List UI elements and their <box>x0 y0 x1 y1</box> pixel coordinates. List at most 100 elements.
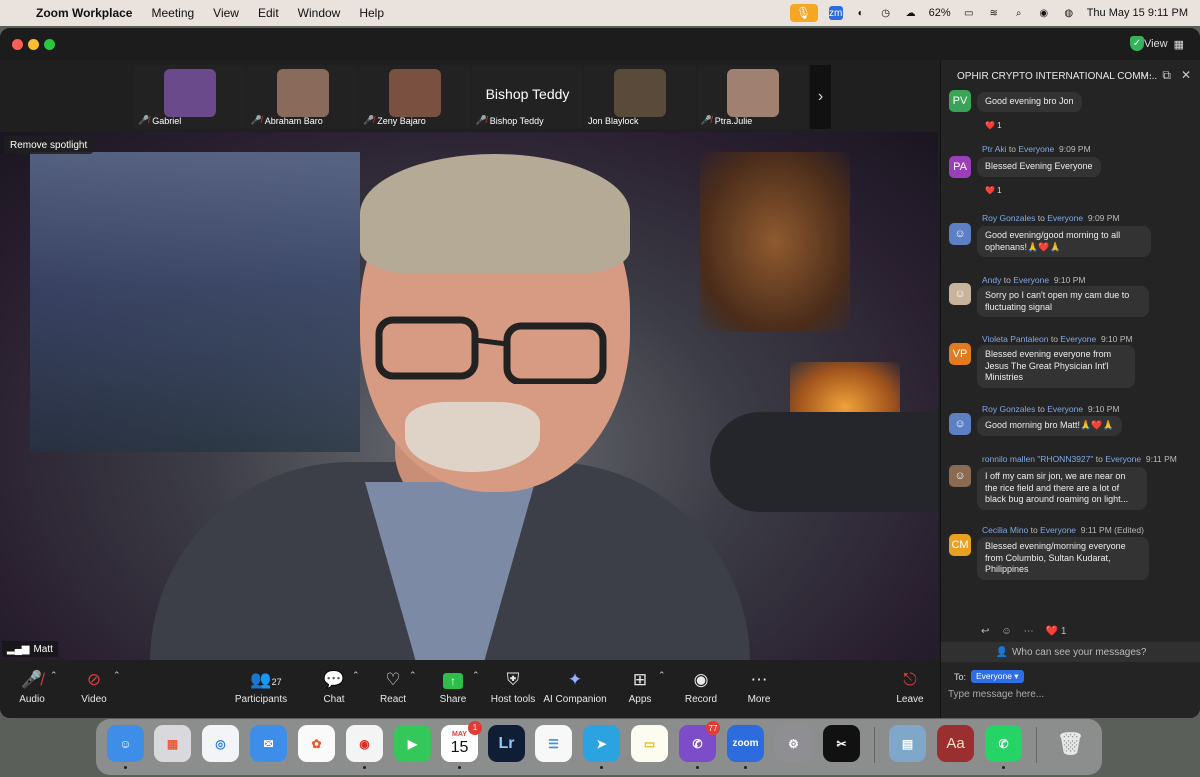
share-options-chevron-icon[interactable]: ⌃ <box>472 670 480 681</box>
sender-name[interactable]: Ptr Aki <box>982 144 1007 154</box>
cloud-tray-icon[interactable]: ☁ <box>904 6 918 20</box>
sender-name[interactable]: Cecilia Mino <box>982 525 1028 535</box>
launchpad-icon[interactable]: ▦ <box>154 725 191 762</box>
recipient: Everyone <box>1018 144 1055 154</box>
participant-thumb-julie[interactable]: 🎤̸ Ptra.Julie <box>696 65 808 129</box>
sender-name[interactable]: Roy Gonzales <box>982 213 1035 223</box>
participant-name-tag: 🎤̸ Gabriel <box>138 115 181 126</box>
reminders-icon[interactable]: ☰ <box>535 725 572 762</box>
background-lamp <box>700 152 850 332</box>
participant-name: Ptra.Julie <box>714 115 753 126</box>
facetime-icon[interactable]: ▶ <box>394 725 431 762</box>
menu-clock[interactable]: Thu May 15 9:11 PM <box>1087 7 1188 19</box>
view-button[interactable]: View ▦ <box>1136 34 1192 54</box>
recipient: Everyone <box>1047 213 1084 223</box>
system-settings-icon[interactable]: ⚙ <box>775 725 812 762</box>
message-text[interactable]: Blessed evening/morning everyone from Co… <box>977 537 1149 580</box>
capcut-icon[interactable]: ✂ <box>823 725 860 762</box>
message-text[interactable]: Blessed evening everyone from Jesus The … <box>977 345 1135 388</box>
close-window-button[interactable] <box>12 39 23 50</box>
zoom-window-button[interactable] <box>44 39 55 50</box>
chat-options-chevron-icon[interactable]: ⌃ <box>352 670 360 681</box>
recipient-select[interactable]: Everyone ▾ <box>971 670 1024 683</box>
trash-icon[interactable]: 🗑 <box>1052 725 1089 762</box>
video-options-chevron-icon[interactable]: ⌃ <box>113 670 121 681</box>
finder-icon[interactable]: ☺ <box>107 725 144 762</box>
zoom-app-icon[interactable]: zoom <box>727 725 764 762</box>
shield-tray-icon[interactable]: ◐ <box>854 6 868 20</box>
audio-options-chevron-icon[interactable]: ⌃ <box>50 670 58 681</box>
message-text[interactable]: Sorry po I can't open my cam due to fluc… <box>977 286 1149 317</box>
message-text[interactable]: Good evening/good morning to all ophenan… <box>977 226 1151 257</box>
menu-meeting[interactable]: Meeting <box>151 6 194 20</box>
message-text[interactable]: Good morning bro Matt!🙏❤️🙏 <box>977 416 1122 436</box>
who-can-see-label: Who can see your messages? <box>1011 646 1147 658</box>
safari-icon[interactable]: ◎ <box>202 725 239 762</box>
sender-name[interactable]: Roy Gonzales <box>982 404 1035 414</box>
react-options-chevron-icon[interactable]: ⌃ <box>409 670 417 681</box>
preview-document-icon[interactable]: ▤ <box>889 725 926 762</box>
minimize-window-button[interactable] <box>28 39 39 50</box>
notes-icon[interactable]: ▭ <box>631 725 668 762</box>
clock-tray-icon[interactable]: ◷ <box>879 6 893 20</box>
add-reaction-icon[interactable]: ☺ <box>1001 626 1011 637</box>
menu-edit[interactable]: Edit <box>258 6 279 20</box>
strip-next-arrow-icon[interactable]: › <box>810 65 831 129</box>
sender-name[interactable]: Andy <box>982 275 1001 285</box>
menu-app-name[interactable]: Zoom Workplace <box>36 6 132 20</box>
remove-spotlight-button[interactable]: Remove spotlight <box>4 136 94 154</box>
sender-name[interactable]: Violeta Pantaleon <box>982 334 1048 344</box>
participant-thumb-bishop-teddy[interactable]: Bishop Teddy 🎤̸ Bishop Teddy <box>471 65 583 129</box>
menu-help[interactable]: Help <box>359 6 384 20</box>
who-can-see-messages[interactable]: 👤 Who can see your messages? <box>941 642 1200 662</box>
mic-in-use-icon[interactable]: 🎙 <box>789 4 818 22</box>
message-reaction[interactable]: ❤️ 1 <box>1046 626 1067 637</box>
host-tools-button[interactable]: ⛨ Host tools <box>483 668 543 705</box>
sender-name[interactable]: ronnilo mallen "RHONN3927" <box>982 454 1093 464</box>
record-button[interactable]: ◉ Record <box>671 668 731 705</box>
dock-separator <box>1036 727 1037 763</box>
message-reaction[interactable]: ❤️ 1 <box>985 121 1002 130</box>
reply-icon[interactable]: ↩ <box>981 626 989 637</box>
menu-window[interactable]: Window <box>298 6 341 20</box>
participant-thumb-gabriel[interactable]: 🎤̸ Gabriel <box>134 65 246 129</box>
title-bar: ✓ View ▦ <box>0 28 1200 60</box>
participant-thumb-abraham[interactable]: 🎤̸ Abraham Baro <box>246 65 358 129</box>
viber-icon[interactable]: ✆ 77 <box>679 721 720 762</box>
participant-thumb-jon[interactable]: Jon Blaylock <box>584 65 696 129</box>
participants-button[interactable]: 👥 27 Participants <box>231 668 291 705</box>
menu-view[interactable]: View <box>213 6 239 20</box>
participant-thumb-zeny[interactable]: 🎤̸ Zeny Bajaro <box>359 65 471 129</box>
calendar-icon[interactable]: MAY 15 1 <box>441 721 482 762</box>
chrome-icon[interactable]: ◉ <box>346 725 383 762</box>
chat-message-input[interactable] <box>948 686 1188 702</box>
ai-companion-button[interactable]: ✦ AI Companion <box>541 668 609 705</box>
photos-icon[interactable]: ✿ <box>298 725 335 762</box>
more-button[interactable]: ⋯ More <box>729 668 789 705</box>
user-icon[interactable]: ◍ <box>1062 6 1076 20</box>
whatsapp-icon[interactable]: ✆ <box>985 725 1022 762</box>
telegram-icon[interactable]: ➤ <box>583 725 620 762</box>
message-text[interactable]: I off my cam sir jon, we are near on the… <box>977 467 1147 510</box>
chat-more-icon[interactable]: ⋯ <box>1140 68 1152 83</box>
apps-options-chevron-icon[interactable]: ⌃ <box>658 670 666 681</box>
message-text[interactable]: Good evening bro Jon <box>977 92 1082 112</box>
spotlight-search-icon[interactable]: ⌕ <box>1012 6 1026 20</box>
message-sender-line: Violeta Pantaleon to Everyone 9:10 PM <box>982 334 1133 344</box>
lightroom-icon[interactable]: Lr <box>488 725 525 762</box>
chat-bubble-icon: 💬 <box>323 670 345 689</box>
close-icon[interactable]: ✕ <box>1181 68 1191 83</box>
message-text[interactable]: Blessed Evening Everyone <box>977 157 1101 177</box>
popout-icon[interactable]: ⧉ <box>1162 68 1171 83</box>
leave-button[interactable]: ⎋ Leave <box>880 668 940 705</box>
message-more-icon[interactable]: ⋯ <box>1024 626 1034 637</box>
message-reaction[interactable]: ❤️ 1 <box>985 186 1002 195</box>
battery-icon[interactable]: ▭ <box>962 6 976 20</box>
control-center-icon[interactable]: ◉ <box>1037 6 1051 20</box>
dictionary-icon[interactable]: Aa <box>937 725 974 762</box>
mail-icon[interactable]: ✉ <box>250 725 287 762</box>
wifi-icon[interactable]: ≋ <box>987 6 1001 20</box>
spotlight-video[interactable]: Remove spotlight ▂▄▆ Matt <box>0 132 938 660</box>
dock: ☺ ▦ ◎ ✉ ✿ ◉ ▶ MAY 15 1 Lr ☰ ➤ ▭ ✆ 77 zoo… <box>96 719 1102 775</box>
zoom-tray-icon[interactable]: zm <box>828 6 843 20</box>
